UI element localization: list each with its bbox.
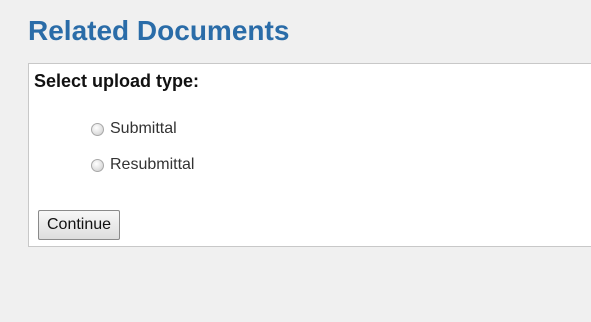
radio-label-resubmittal[interactable]: Resubmittal bbox=[110, 156, 194, 174]
radio-button-submittal[interactable] bbox=[91, 122, 104, 136]
radio-option-resubmittal[interactable]: Resubmittal bbox=[91, 154, 194, 176]
radio-option-submittal[interactable]: Submittal bbox=[91, 118, 177, 140]
radio-label-submittal[interactable]: Submittal bbox=[110, 120, 177, 138]
upload-type-panel: Select upload type: Submittal Resubmitta… bbox=[28, 63, 591, 247]
continue-button[interactable]: Continue bbox=[38, 210, 121, 240]
upload-type-heading: Select upload type: bbox=[34, 71, 200, 91]
page-title: Related Documents bbox=[28, 15, 290, 46]
radio-button-resubmittal[interactable] bbox=[91, 158, 104, 172]
